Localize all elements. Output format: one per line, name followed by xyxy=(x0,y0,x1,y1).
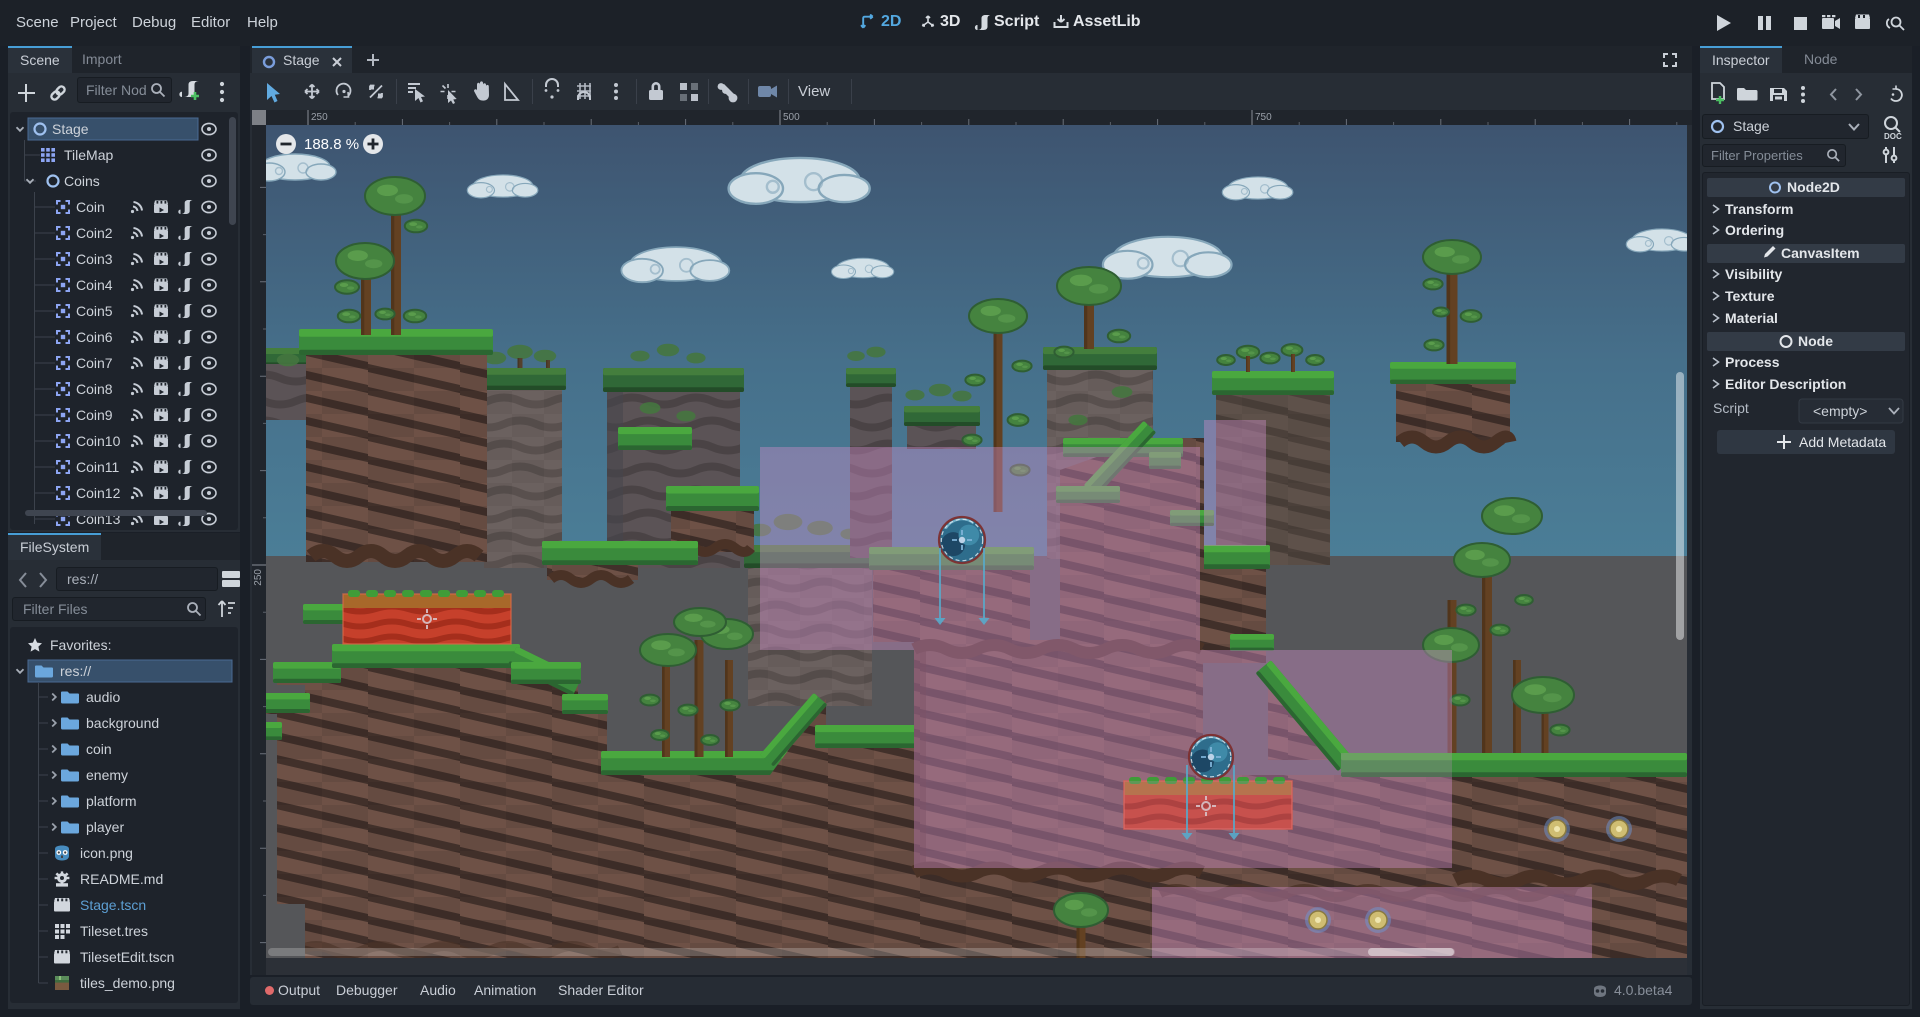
svg-text:Coin4: Coin4 xyxy=(76,277,113,293)
svg-text:Node: Node xyxy=(1798,333,1833,349)
svg-text:background: background xyxy=(86,715,159,731)
svg-text:Material: Material xyxy=(1725,310,1778,326)
svg-text:Coin: Coin xyxy=(76,199,105,215)
svg-text:Process: Process xyxy=(1725,354,1780,370)
svg-text:coin: coin xyxy=(86,741,112,757)
svg-text:Stage.tscn: Stage.tscn xyxy=(80,897,146,913)
svg-text:188.8 %: 188.8 % xyxy=(304,136,359,153)
svg-text:Transform: Transform xyxy=(1725,201,1793,217)
svg-text:Coin6: Coin6 xyxy=(76,329,113,345)
svg-text:player: player xyxy=(86,819,124,835)
svg-text:Coin9: Coin9 xyxy=(76,407,113,423)
svg-text:audio: audio xyxy=(86,689,120,705)
svg-text:Add Metadata: Add Metadata xyxy=(1799,434,1886,450)
svg-text:Coin2: Coin2 xyxy=(76,225,113,241)
svg-text:Coin11: Coin11 xyxy=(76,459,120,475)
svg-text:Stage: Stage xyxy=(52,121,89,137)
svg-text:Coin3: Coin3 xyxy=(76,251,113,267)
svg-text:tiles_demo.png: tiles_demo.png xyxy=(80,975,175,991)
svg-text:DOC: DOC xyxy=(1884,132,1902,141)
svg-text:TileMap: TileMap xyxy=(64,147,113,163)
svg-text:Script: Script xyxy=(1713,400,1749,416)
svg-text:Coin5: Coin5 xyxy=(76,303,113,319)
svg-text:500: 500 xyxy=(783,112,800,123)
svg-text:Editor Description: Editor Description xyxy=(1725,376,1846,392)
svg-text:Favorites:: Favorites: xyxy=(50,637,111,653)
svg-text:Coin10: Coin10 xyxy=(76,433,121,449)
svg-text:enemy: enemy xyxy=(86,767,128,783)
svg-text:Ordering: Ordering xyxy=(1725,222,1784,238)
svg-text:Coin7: Coin7 xyxy=(76,355,113,371)
svg-text:Coin8: Coin8 xyxy=(76,381,113,397)
svg-text:TilesetEdit.tscn: TilesetEdit.tscn xyxy=(80,949,174,965)
svg-text:250: 250 xyxy=(311,112,328,123)
svg-text:250: 250 xyxy=(253,569,264,586)
svg-text:res://: res:// xyxy=(60,663,91,679)
svg-text:platform: platform xyxy=(86,793,137,809)
svg-text:Coin12: Coin12 xyxy=(76,485,121,501)
svg-text:Texture: Texture xyxy=(1725,288,1775,304)
svg-text:View: View xyxy=(798,83,830,100)
svg-text:README.md: README.md xyxy=(80,871,163,887)
svg-text:Visibility: Visibility xyxy=(1725,266,1783,282)
svg-text:<empty>: <empty> xyxy=(1813,403,1867,419)
svg-text:Node2D: Node2D xyxy=(1787,179,1840,195)
svg-text:icon.png: icon.png xyxy=(80,845,133,861)
svg-text:CanvasItem: CanvasItem xyxy=(1781,245,1860,261)
svg-text:Coins: Coins xyxy=(64,173,100,189)
svg-text:Tileset.tres: Tileset.tres xyxy=(80,923,148,939)
svg-text:750: 750 xyxy=(1255,112,1272,123)
